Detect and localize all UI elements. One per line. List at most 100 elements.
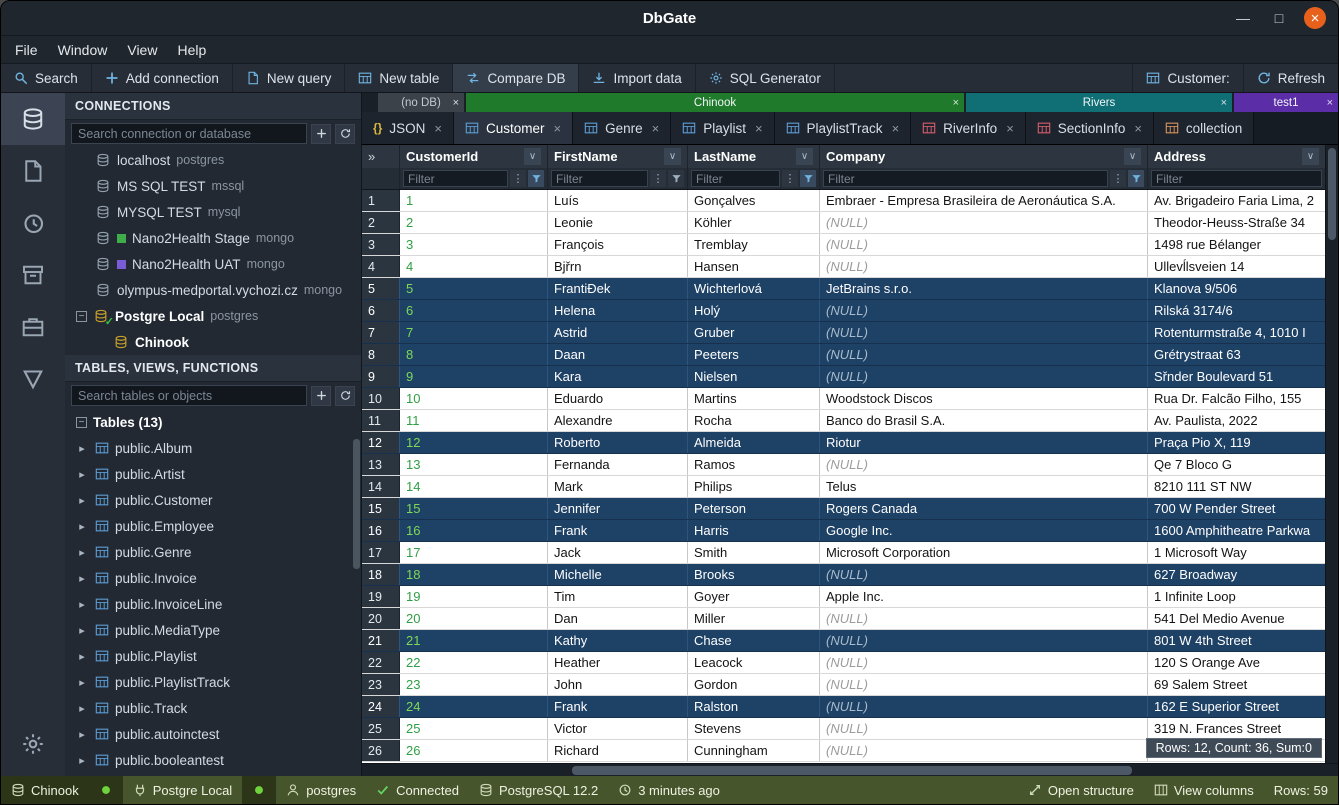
cell-lastname[interactable]: Chase <box>688 630 820 651</box>
db-tab-no-db[interactable]: (no DB)× <box>378 93 464 112</box>
cell-customerid[interactable]: 6 <box>400 300 548 321</box>
row-number[interactable]: 16 <box>362 520 400 541</box>
cell-address[interactable]: 700 W Pender Street <box>1148 498 1326 519</box>
row-number[interactable]: 13 <box>362 454 400 475</box>
cell-customerid[interactable]: 23 <box>400 674 548 695</box>
cell-firstname[interactable]: FrantiĐek <box>548 278 688 299</box>
cell-lastname[interactable]: Ralston <box>688 696 820 717</box>
table-item-public-track[interactable]: ▸public.Track <box>65 695 361 721</box>
cell-lastname[interactable]: Peterson <box>688 498 820 519</box>
horizontal-scrollbar[interactable] <box>362 763 1338 776</box>
connection-item-ms-sql-test[interactable]: MS SQL TESTmssql <box>65 173 361 199</box>
row-number[interactable]: 24 <box>362 696 400 717</box>
cell-customerid[interactable]: 9 <box>400 366 548 387</box>
tab-riverinfo[interactable]: RiverInfo× <box>911 112 1026 144</box>
table-item-public-playlist[interactable]: ▸public.Playlist <box>65 643 361 669</box>
toolbar-new-table-button[interactable]: New table <box>345 64 453 92</box>
tab-playlisttrack[interactable]: PlaylistTrack× <box>775 112 912 144</box>
filter-input-customerid[interactable] <box>403 170 508 187</box>
cell-customerid[interactable]: 10 <box>400 388 548 409</box>
cell-company[interactable]: (NULL) <box>820 234 1148 255</box>
cell-lastname[interactable]: Peeters <box>688 344 820 365</box>
table-row[interactable]: 33FrançoisTremblay(NULL)1498 rue Bélange… <box>362 234 1338 256</box>
row-number[interactable]: 20 <box>362 608 400 629</box>
cell-customerid[interactable]: 18 <box>400 564 548 585</box>
cell-firstname[interactable]: Frank <box>548 520 688 541</box>
cell-customerid[interactable]: 12 <box>400 432 548 453</box>
connection-item-localhost[interactable]: localhostpostgres <box>65 147 361 173</box>
table-row[interactable]: 2525VictorStevens(NULL)319 N. Frances St… <box>362 718 1338 740</box>
chevron-down-icon[interactable]: ∨ <box>524 148 541 165</box>
filter-input-address[interactable] <box>1151 170 1322 187</box>
sidebar-files-button[interactable] <box>1 145 65 197</box>
sidebar-plugins-button[interactable] <box>1 301 65 353</box>
cell-customerid[interactable]: 1 <box>400 190 548 211</box>
cell-customerid[interactable]: 16 <box>400 520 548 541</box>
menu-window[interactable]: Window <box>48 36 118 64</box>
row-number[interactable]: 3 <box>362 234 400 255</box>
cell-lastname[interactable]: Harris <box>688 520 820 541</box>
cell-company[interactable]: (NULL) <box>820 322 1148 343</box>
close-button[interactable]: × <box>1304 7 1326 29</box>
cell-lastname[interactable]: Holý <box>688 300 820 321</box>
vertical-scrollbar-thumb[interactable] <box>1328 148 1336 240</box>
cell-customerid[interactable]: 3 <box>400 234 548 255</box>
toolbar-compare-db-button[interactable]: Compare DB <box>453 64 579 92</box>
row-number[interactable]: 14 <box>362 476 400 497</box>
table-row[interactable]: 77AstridGruber(NULL)Rotenturmstraße 4, 1… <box>362 322 1338 344</box>
cell-address[interactable]: Sřnder Boulevard 51 <box>1148 366 1326 387</box>
cell-company[interactable]: (NULL) <box>820 674 1148 695</box>
row-number[interactable]: 4 <box>362 256 400 277</box>
cell-lastname[interactable]: Stevens <box>688 718 820 739</box>
table-row[interactable]: 1414MarkPhilipsTelus8210 111 ST NW <box>362 476 1338 498</box>
cell-customerid[interactable]: 5 <box>400 278 548 299</box>
connection-item-olympus-medportal-vychozi-cz[interactable]: olympus-medportal.vychozi.czmongo <box>65 277 361 303</box>
cell-lastname[interactable]: Nielsen <box>688 366 820 387</box>
cell-address[interactable]: 1 Infinite Loop <box>1148 586 1326 607</box>
close-icon[interactable]: × <box>1134 121 1142 136</box>
cell-address[interactable]: 801 W 4th Street <box>1148 630 1326 651</box>
cell-company[interactable]: (NULL) <box>820 718 1148 739</box>
cell-firstname[interactable]: Dan <box>548 608 688 629</box>
row-number[interactable]: 5 <box>362 278 400 299</box>
tables-search-input[interactable] <box>71 385 307 406</box>
cell-lastname[interactable]: Brooks <box>688 564 820 585</box>
cell-firstname[interactable]: Daan <box>548 344 688 365</box>
cell-company[interactable]: Banco do Brasil S.A. <box>820 410 1148 431</box>
cell-lastname[interactable]: Leacock <box>688 652 820 673</box>
cell-firstname[interactable]: Jennifer <box>548 498 688 519</box>
db-tab-chinook[interactable]: Chinook× <box>466 93 964 112</box>
row-number[interactable]: 26 <box>362 740 400 761</box>
column-header-lastname[interactable]: LastName∨ <box>688 145 820 168</box>
table-item-public-invoiceline[interactable]: ▸public.InvoiceLine <box>65 591 361 617</box>
funnel-button[interactable] <box>668 170 684 187</box>
cell-address[interactable]: Grétrystraat 63 <box>1148 344 1326 365</box>
add-table-mini-button[interactable] <box>311 386 331 406</box>
sidebar-database-button[interactable] <box>1 93 65 145</box>
cell-firstname[interactable]: Leonie <box>548 212 688 233</box>
toolbar-new-query-button[interactable]: New query <box>233 64 346 92</box>
cell-customerid[interactable]: 11 <box>400 410 548 431</box>
kebab-menu-button[interactable]: ⋮ <box>510 170 526 187</box>
table-item-public-employee[interactable]: ▸public.Employee <box>65 513 361 539</box>
status-postgre-local[interactable]: Postgre Local <box>123 776 243 804</box>
table-row[interactable]: 88DaanPeeters(NULL)Grétrystraat 63 <box>362 344 1338 366</box>
cell-company[interactable]: Microsoft Corporation <box>820 542 1148 563</box>
maximize-button[interactable]: □ <box>1268 7 1290 29</box>
cell-address[interactable]: 1 Microsoft Way <box>1148 542 1326 563</box>
filter-input-company[interactable] <box>823 170 1108 187</box>
table-row[interactable]: 1717JackSmithMicrosoft Corporation1 Micr… <box>362 542 1338 564</box>
cell-address[interactable]: 69 Salem Street <box>1148 674 1326 695</box>
row-number[interactable]: 22 <box>362 652 400 673</box>
cell-firstname[interactable]: Astrid <box>548 322 688 343</box>
cell-lastname[interactable]: Köhler <box>688 212 820 233</box>
sidebar-history-button[interactable] <box>1 197 65 249</box>
funnel-button[interactable] <box>800 170 816 187</box>
cell-firstname[interactable]: Roberto <box>548 432 688 453</box>
row-number[interactable]: 23 <box>362 674 400 695</box>
cell-address[interactable]: Rotenturmstraße 4, 1010 I <box>1148 322 1326 343</box>
cell-customerid[interactable]: 21 <box>400 630 548 651</box>
cell-firstname[interactable]: Fernanda <box>548 454 688 475</box>
cell-address[interactable]: 162 E Superior Street <box>1148 696 1326 717</box>
menu-file[interactable]: File <box>5 36 48 64</box>
